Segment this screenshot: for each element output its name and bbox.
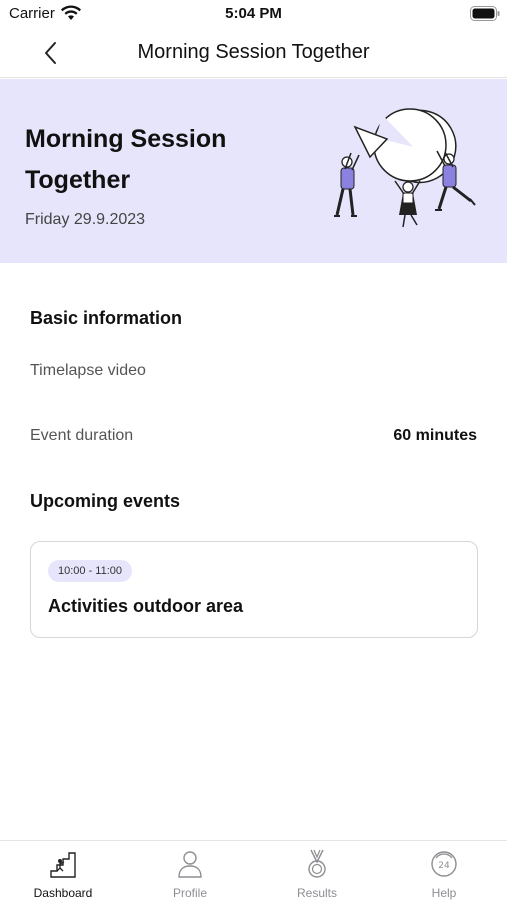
event-time-badge: 10:00 - 11:00: [48, 560, 133, 582]
support-24h-icon: 24: [431, 851, 457, 877]
tab-results[interactable]: Results: [254, 841, 380, 900]
people-lifting-pie-chart-illustration: [334, 108, 476, 228]
event-card[interactable]: 10:00 - 11:00 Activities outdoor area: [30, 541, 478, 638]
svg-text:24: 24: [438, 861, 450, 871]
event-title: Activities outdoor area: [48, 596, 244, 616]
tab-profile[interactable]: Profile: [127, 841, 253, 900]
stairs-icon: [50, 852, 76, 878]
hero-title: Morning Session Together: [25, 125, 227, 194]
tab-help[interactable]: 24 Help: [381, 841, 507, 900]
status-time: 5:04 PM: [225, 5, 282, 22]
user-icon: [178, 851, 202, 878]
tab-dashboard[interactable]: Dashboard: [0, 841, 126, 900]
event-duration-value: 60 minutes: [393, 427, 477, 444]
tab-label: Results: [296, 886, 337, 900]
navigation-bar: Morning Session Together: [0, 28, 507, 78]
tab-label: Profile: [172, 886, 207, 900]
medal-icon: [308, 849, 326, 878]
timelapse-video-label[interactable]: Timelapse video: [30, 362, 146, 380]
tab-label: Help: [431, 886, 457, 900]
basic-information-heading: Basic information: [30, 308, 183, 328]
nav-title: Morning Session Together: [137, 41, 370, 63]
event-duration-label: Event duration: [30, 427, 134, 444]
hero-banner: Morning Session Together Friday 29.9.202…: [0, 79, 507, 263]
event-date: Friday 29.9.2023: [25, 211, 146, 228]
tab-bar: Dashboard Profile Results 24 Help: [0, 840, 507, 900]
tab-label: Dashboard: [33, 886, 93, 900]
battery-icon: [470, 6, 500, 21]
status-bar: Carrier 5:04 PM: [0, 0, 507, 28]
upcoming-events-heading: Upcoming events: [30, 491, 181, 511]
